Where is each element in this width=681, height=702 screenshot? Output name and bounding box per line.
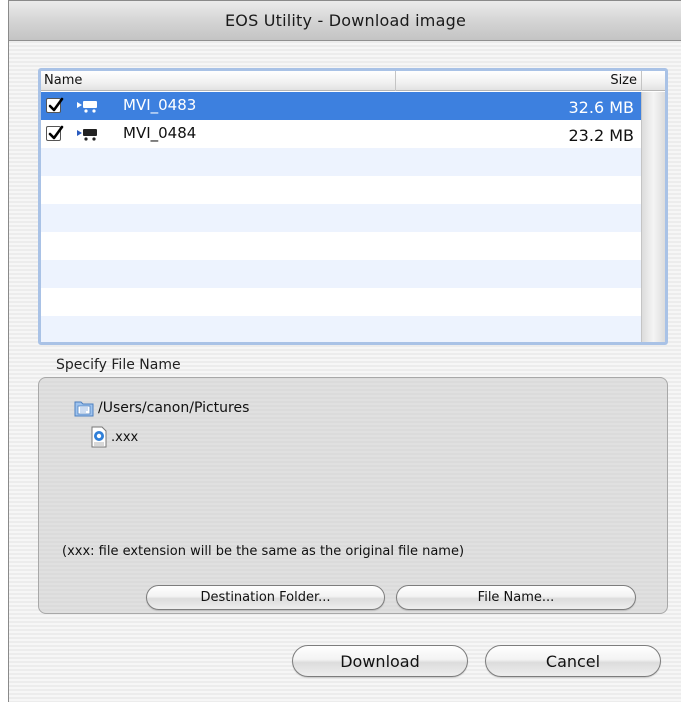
specify-file-name-label: Specify File Name bbox=[56, 357, 181, 373]
file-name: MVI_0484 bbox=[123, 124, 197, 142]
empty-row bbox=[41, 232, 642, 260]
row-checkbox[interactable] bbox=[46, 125, 64, 141]
file-size: 23.2 MB bbox=[568, 126, 635, 145]
file-size: 32.6 MB bbox=[568, 98, 635, 117]
file-extension-text: .xxx bbox=[111, 429, 139, 445]
empty-row bbox=[41, 176, 642, 204]
path-text: /Users/canon/Pictures bbox=[98, 400, 250, 416]
empty-row bbox=[41, 148, 642, 176]
extension-note: (xxx: file extension will be the same as… bbox=[62, 544, 465, 559]
table-row[interactable]: MVI_0483 32.6 MB bbox=[41, 92, 642, 120]
destination-path: /Users/canon/Pictures bbox=[74, 398, 249, 418]
checkmark-icon bbox=[48, 125, 64, 140]
destination-folder-button[interactable]: Destination Folder... bbox=[146, 585, 385, 610]
window-title: EOS Utility - Download image bbox=[224, 11, 466, 30]
vertical-scrollbar[interactable] bbox=[641, 92, 665, 342]
table-rows: MVI_0483 32.6 MB MVI_0484 23.2 MB bbox=[41, 92, 642, 342]
file-name-preview: .xxx bbox=[89, 426, 138, 448]
title-bar[interactable]: EOS Utility - Download image bbox=[9, 1, 681, 41]
empty-row bbox=[41, 204, 642, 232]
table-header: Name Size bbox=[41, 71, 665, 91]
empty-row bbox=[41, 260, 642, 288]
column-divider bbox=[395, 71, 396, 91]
document-icon bbox=[91, 426, 107, 448]
download-button[interactable]: Download bbox=[292, 645, 468, 677]
download-dialog: EOS Utility - Download image Name Size M… bbox=[8, 0, 681, 702]
folder-icon bbox=[74, 401, 94, 417]
file-name-button[interactable]: File Name... bbox=[396, 585, 636, 610]
empty-row bbox=[41, 288, 642, 316]
row-checkbox[interactable] bbox=[46, 97, 64, 113]
file-table[interactable]: Name Size MVI_0483 32.6 MB MVI_0484 23.2… bbox=[38, 68, 668, 345]
file-name: MVI_0483 bbox=[123, 96, 197, 114]
movie-icon bbox=[77, 129, 97, 141]
empty-row bbox=[41, 316, 642, 342]
column-header-name[interactable]: Name bbox=[44, 73, 82, 88]
column-header-size[interactable]: Size bbox=[610, 73, 637, 88]
table-row[interactable]: MVI_0484 23.2 MB bbox=[41, 120, 642, 148]
checkmark-icon bbox=[48, 97, 64, 112]
cancel-button[interactable]: Cancel bbox=[485, 645, 661, 677]
movie-icon bbox=[77, 101, 97, 113]
header-corner bbox=[641, 71, 665, 91]
